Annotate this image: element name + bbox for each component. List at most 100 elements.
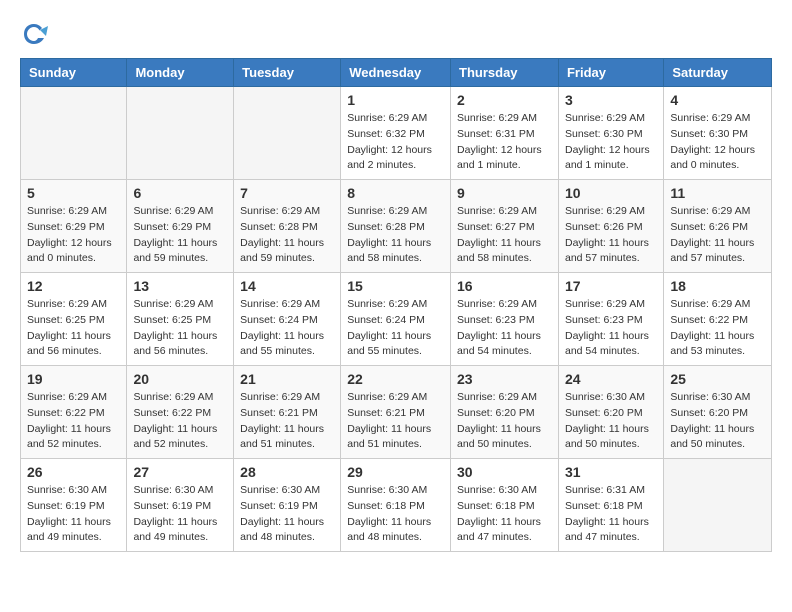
calendar-cell [21, 87, 127, 180]
day-number: 17 [565, 278, 657, 294]
day-info: Sunrise: 6:30 AMSunset: 6:18 PMDaylight:… [347, 483, 444, 546]
calendar-cell: 18 Sunrise: 6:29 AMSunset: 6:22 PMDayligh… [664, 273, 772, 366]
calendar-cell: 1 Sunrise: 6:29 AMSunset: 6:32 PMDaylight… [341, 87, 451, 180]
day-info: Sunrise: 6:30 AMSunset: 6:19 PMDaylight:… [133, 483, 227, 546]
day-number: 10 [565, 185, 657, 201]
day-number: 25 [670, 371, 765, 387]
week-row-1: 1 Sunrise: 6:29 AMSunset: 6:32 PMDaylight… [21, 87, 772, 180]
day-number: 29 [347, 464, 444, 480]
calendar-cell: 15 Sunrise: 6:29 AMSunset: 6:24 PMDayligh… [341, 273, 451, 366]
day-number: 30 [457, 464, 552, 480]
day-number: 2 [457, 92, 552, 108]
column-header-wednesday: Wednesday [341, 59, 451, 87]
day-number: 5 [27, 185, 120, 201]
day-number: 21 [240, 371, 334, 387]
logo [20, 20, 52, 48]
calendar-body: 1 Sunrise: 6:29 AMSunset: 6:32 PMDaylight… [21, 87, 772, 552]
calendar-cell: 12Sunrise: 6:29 AMSunset: 6:25 PMDayligh… [21, 273, 127, 366]
day-number: 26 [27, 464, 120, 480]
day-number: 28 [240, 464, 334, 480]
day-info: Sunrise: 6:29 AMSunset: 6:21 PMDaylight:… [347, 390, 444, 453]
day-number: 19 [27, 371, 120, 387]
calendar-cell [127, 87, 234, 180]
calendar-cell: 25 Sunrise: 6:30 AMSunset: 6:20 PMDayligh… [664, 366, 772, 459]
day-info: Sunrise: 6:29 AMSunset: 6:30 PMDaylight:… [565, 111, 657, 174]
day-info: Sunrise: 6:30 AMSunset: 6:20 PMDaylight:… [670, 390, 765, 453]
day-info: Sunrise: 6:29 AMSunset: 6:23 PMDaylight:… [457, 297, 552, 360]
column-header-tuesday: Tuesday [234, 59, 341, 87]
day-number: 4 [670, 92, 765, 108]
calendar-cell: 20 Sunrise: 6:29 AMSunset: 6:22 PMDayligh… [127, 366, 234, 459]
day-info: Sunrise: 6:30 AMSunset: 6:18 PMDaylight:… [457, 483, 552, 546]
calendar-cell: 5Sunrise: 6:29 AMSunset: 6:29 PMDaylight… [21, 180, 127, 273]
calendar-cell [234, 87, 341, 180]
calendar-cell: 8 Sunrise: 6:29 AMSunset: 6:28 PMDaylight… [341, 180, 451, 273]
day-number: 6 [133, 185, 227, 201]
day-number: 9 [457, 185, 552, 201]
day-number: 8 [347, 185, 444, 201]
calendar-cell: 14 Sunrise: 6:29 AMSunset: 6:24 PMDayligh… [234, 273, 341, 366]
day-info: Sunrise: 6:31 AMSunset: 6:18 PMDaylight:… [565, 483, 657, 546]
calendar-cell: 3 Sunrise: 6:29 AMSunset: 6:30 PMDaylight… [558, 87, 663, 180]
day-info: Sunrise: 6:29 AMSunset: 6:28 PMDaylight:… [347, 204, 444, 267]
calendar-cell: 7 Sunrise: 6:29 AMSunset: 6:28 PMDaylight… [234, 180, 341, 273]
day-number: 3 [565, 92, 657, 108]
day-info: Sunrise: 6:29 AMSunset: 6:24 PMDaylight:… [240, 297, 334, 360]
day-number: 7 [240, 185, 334, 201]
calendar-cell: 23 Sunrise: 6:29 AMSunset: 6:20 PMDayligh… [451, 366, 559, 459]
page-header [20, 20, 772, 48]
day-number: 20 [133, 371, 227, 387]
day-number: 23 [457, 371, 552, 387]
day-number: 15 [347, 278, 444, 294]
column-header-friday: Friday [558, 59, 663, 87]
calendar-cell: 2Sunrise: 6:29 AMSunset: 6:31 PMDaylight… [451, 87, 559, 180]
day-number: 31 [565, 464, 657, 480]
day-info: Sunrise: 6:29 AMSunset: 6:20 PMDaylight:… [457, 390, 552, 453]
day-info: Sunrise: 6:29 AMSunset: 6:21 PMDaylight:… [240, 390, 334, 453]
day-number: 16 [457, 278, 552, 294]
calendar-cell: 28Sunrise: 6:30 AMSunset: 6:19 PMDayligh… [234, 459, 341, 552]
column-header-sunday: Sunday [21, 59, 127, 87]
day-info: Sunrise: 6:29 AMSunset: 6:28 PMDaylight:… [240, 204, 334, 267]
calendar-cell: 29 Sunrise: 6:30 AMSunset: 6:18 PMDayligh… [341, 459, 451, 552]
calendar-cell: 30 Sunrise: 6:30 AMSunset: 6:18 PMDayligh… [451, 459, 559, 552]
day-info: Sunrise: 6:29 AMSunset: 6:30 PMDaylight:… [670, 111, 765, 174]
calendar-cell: 17 Sunrise: 6:29 AMSunset: 6:23 PMDayligh… [558, 273, 663, 366]
calendar-header: SundayMondayTuesdayWednesdayThursdayFrid… [21, 59, 772, 87]
day-info: Sunrise: 6:29 AMSunset: 6:22 PMDaylight:… [133, 390, 227, 453]
calendar-cell: 13 Sunrise: 6:29 AMSunset: 6:25 PMDayligh… [127, 273, 234, 366]
column-header-monday: Monday [127, 59, 234, 87]
column-header-thursday: Thursday [451, 59, 559, 87]
day-number: 1 [347, 92, 444, 108]
day-info: Sunrise: 6:29 AMSunset: 6:22 PMDaylight:… [670, 297, 765, 360]
day-info: Sunrise: 6:29 AMSunset: 6:23 PMDaylight:… [565, 297, 657, 360]
calendar-cell: 10 Sunrise: 6:29 AMSunset: 6:26 PMDayligh… [558, 180, 663, 273]
week-row-5: 26 Sunrise: 6:30 AMSunset: 6:19 PMDayligh… [21, 459, 772, 552]
day-info: Sunrise: 6:30 AMSunset: 6:19 PMDaylight:… [27, 483, 120, 546]
week-row-2: 5 Sunrise: 6:29 AMSunset: 6:29 PMDaylight… [21, 180, 772, 273]
calendar-cell: 6 Sunrise: 6:29 AMSunset: 6:29 PMDaylight… [127, 180, 234, 273]
calendar-cell: 9Sunrise: 6:29 AMSunset: 6:27 PMDaylight… [451, 180, 559, 273]
calendar-cell: 31 Sunrise: 6:31 AMSunset: 6:18 PMDayligh… [558, 459, 663, 552]
calendar-table: SundayMondayTuesdayWednesdayThursdayFrid… [20, 58, 772, 552]
day-number: 11 [670, 185, 765, 201]
day-info: Sunrise: 6:30 AMSunset: 6:20 PMDaylight:… [565, 390, 657, 453]
day-info: Sunrise: 6:29 AMSunset: 6:24 PMDaylight:… [347, 297, 444, 360]
day-info: Sunrise: 6:29 AMSunset: 6:26 PMDaylight:… [565, 204, 657, 267]
day-info: Sunrise: 6:29 AMSunset: 6:25 PMDaylight:… [133, 297, 227, 360]
calendar-cell: 22 Sunrise: 6:29 AMSunset: 6:21 PMDayligh… [341, 366, 451, 459]
calendar-cell: 11Sunrise: 6:29 AMSunset: 6:26 PMDayligh… [664, 180, 772, 273]
day-number: 22 [347, 371, 444, 387]
calendar-cell [664, 459, 772, 552]
day-info: Sunrise: 6:29 AMSunset: 6:29 PMDaylight:… [133, 204, 227, 267]
day-number: 13 [133, 278, 227, 294]
week-row-3: 12Sunrise: 6:29 AMSunset: 6:25 PMDayligh… [21, 273, 772, 366]
calendar-cell: 16 Sunrise: 6:29 AMSunset: 6:23 PMDayligh… [451, 273, 559, 366]
day-number: 14 [240, 278, 334, 294]
day-info: Sunrise: 6:29 AMSunset: 6:32 PMDaylight:… [347, 111, 444, 174]
calendar-cell: 27 Sunrise: 6:30 AMSunset: 6:19 PMDayligh… [127, 459, 234, 552]
header-row: SundayMondayTuesdayWednesdayThursdayFrid… [21, 59, 772, 87]
calendar-cell: 26 Sunrise: 6:30 AMSunset: 6:19 PMDayligh… [21, 459, 127, 552]
day-number: 27 [133, 464, 227, 480]
day-number: 18 [670, 278, 765, 294]
